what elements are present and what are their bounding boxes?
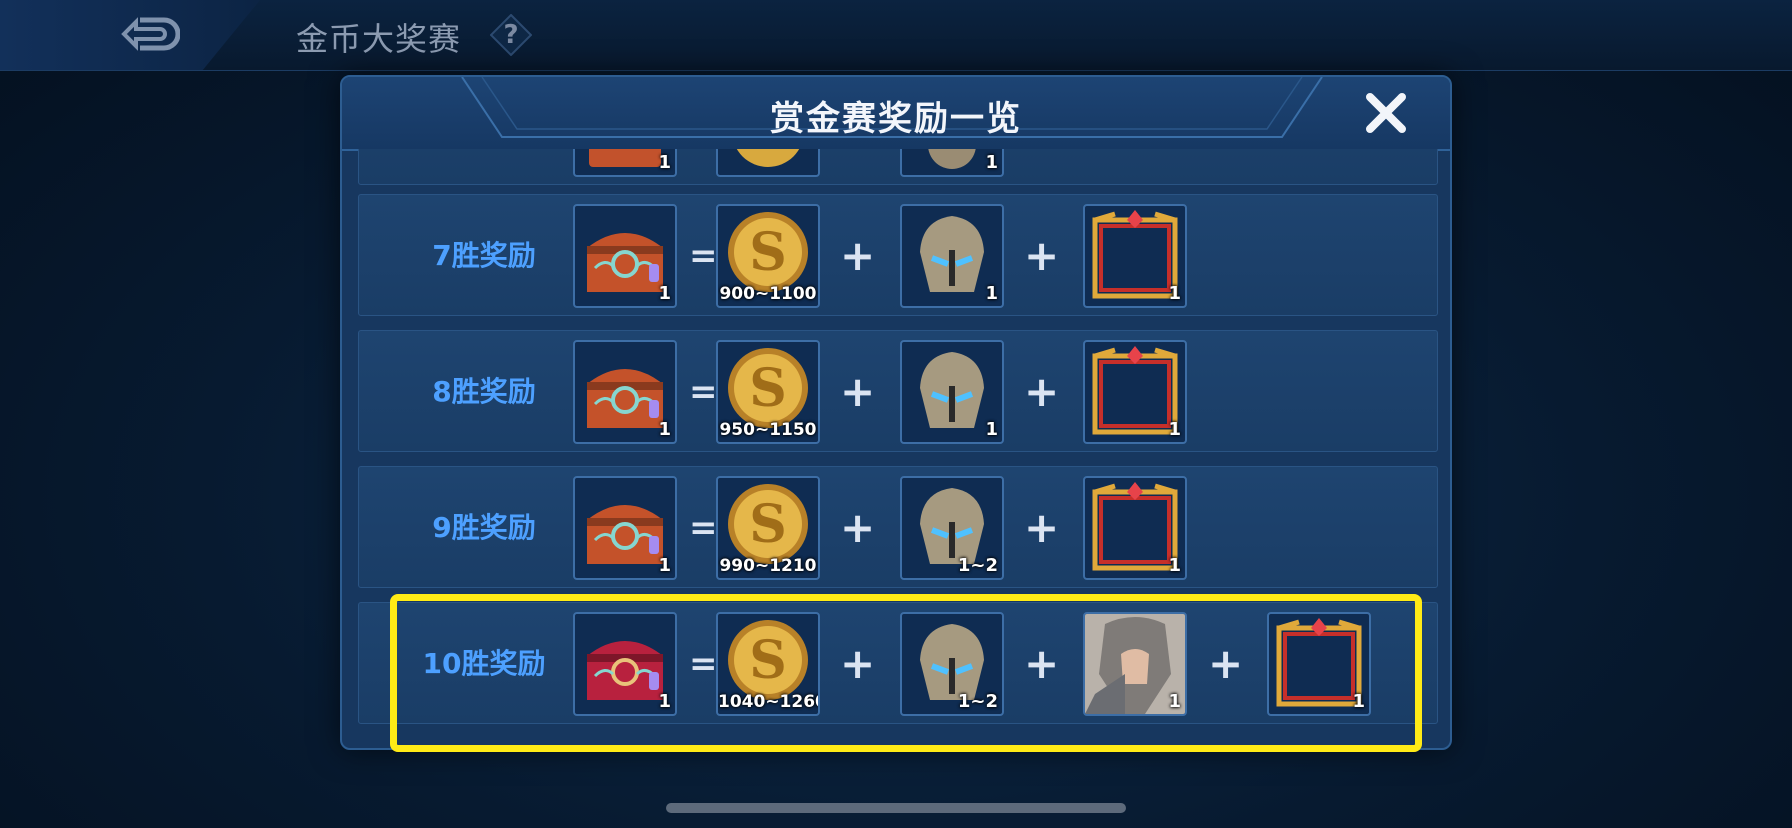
frame-quantity: 1 [1168, 283, 1181, 304]
treasure-chest-icon[interactable]: 1 [573, 476, 677, 580]
home-indicator[interactable] [666, 803, 1126, 813]
avatar-frame-icon[interactable]: 1 [1083, 204, 1187, 308]
equals-sign: = [689, 236, 718, 276]
modal-title: 赏金赛奖励一览 [770, 99, 1022, 139]
close-icon[interactable] [1362, 89, 1410, 137]
frame-quantity: 1 [1168, 419, 1181, 440]
helmet-fragment-icon[interactable]: 1~2 [900, 476, 1004, 580]
helmet-quantity: 1 [985, 419, 998, 440]
help-button[interactable]: ? [489, 13, 533, 57]
plus-sign: + [1024, 503, 1060, 552]
equals-sign: = [689, 508, 718, 548]
page-title: 金币大奖赛 [296, 20, 462, 58]
avatar-frame-icon[interactable]: 1 [1083, 476, 1187, 580]
svg-text:S: S [749, 358, 787, 419]
gold-coin-icon[interactable]: S 950~1150 [716, 340, 820, 444]
treasure-chest-icon[interactable]: 1 [573, 149, 677, 177]
back-button[interactable] [0, 0, 260, 70]
avatar-frame-icon[interactable]: 1 [1083, 340, 1187, 444]
plus-sign: + [840, 503, 876, 552]
coin-range: 900~1100 [719, 284, 817, 304]
helmet-quantity: 1~2 [957, 555, 998, 576]
svg-text:S: S [749, 494, 787, 555]
helmet-fragment-icon[interactable]: 1 [900, 340, 1004, 444]
reward-row-9: 9胜奖励 1 = S 990~1210 + 1~2 + 1 [358, 466, 1438, 588]
modal-header: 赏金赛奖励一览 [342, 77, 1450, 151]
gold-coin-icon[interactable] [716, 149, 820, 177]
plus-sign: + [840, 231, 876, 280]
chest-quantity: 1 [658, 419, 671, 440]
plus-sign: + [840, 367, 876, 416]
help-label: ? [503, 20, 519, 50]
helmet-quantity: 1 [985, 283, 998, 304]
svg-text:S: S [749, 222, 787, 283]
coin-range: 990~1210 [719, 556, 817, 576]
reward-row-7: 7胜奖励 1 = S 900~1100 + 1 + 1 [358, 194, 1438, 316]
reward-row: 1 1 [358, 149, 1438, 185]
gold-coin-icon[interactable]: S 990~1210 [716, 476, 820, 580]
row-label: 7胜奖励 [432, 239, 536, 272]
reward-row-8: 8胜奖励 1 = S 950~1150 + 1 + 1 [358, 330, 1438, 452]
chest-quantity: 1 [658, 152, 671, 173]
frame-quantity: 1 [1168, 555, 1181, 576]
treasure-chest-icon[interactable]: 1 [573, 204, 677, 308]
helmet-quantity: 1 [985, 152, 998, 173]
helmet-fragment-icon[interactable]: 1 [900, 149, 1004, 177]
back-icon [121, 17, 180, 51]
equals-sign: = [689, 372, 718, 412]
top-bar: 金币大奖赛 ? [0, 0, 1792, 71]
treasure-chest-icon[interactable]: 1 [573, 340, 677, 444]
chest-quantity: 1 [658, 283, 671, 304]
chest-quantity: 1 [658, 555, 671, 576]
highlight-box [390, 594, 1422, 752]
plus-sign: + [1024, 367, 1060, 416]
row-label: 8胜奖励 [432, 375, 536, 408]
coin-range: 950~1150 [719, 420, 817, 440]
gold-coin-icon[interactable]: S 900~1100 [716, 204, 820, 308]
row-label: 9胜奖励 [432, 511, 536, 544]
plus-sign: + [1024, 231, 1060, 280]
helmet-fragment-icon[interactable]: 1 [900, 204, 1004, 308]
